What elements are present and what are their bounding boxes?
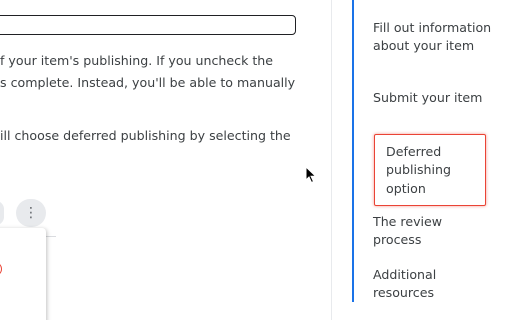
- content-divider: [331, 0, 332, 320]
- paragraph-line: ill choose deferred publishing by select…: [0, 128, 291, 143]
- dropdown-menu-popup: [0, 228, 46, 320]
- toc-item-submit-your-item[interactable]: Submit your item: [373, 89, 493, 107]
- toc-item-additional-resources[interactable]: Additional resources: [373, 266, 493, 303]
- divider: [46, 236, 56, 237]
- code-snippet-box: [0, 15, 296, 35]
- paragraph-line: s complete. Instead, you'll be able to m…: [0, 75, 296, 90]
- table-of-contents: Fill out information about your item Sub…: [352, 0, 512, 320]
- paragraph-publishing-info: f your item's publishing. If you uncheck…: [0, 50, 295, 94]
- mouse-pointer-icon: [305, 166, 317, 184]
- toc-item-highlight: Deferred publishing option: [374, 134, 486, 206]
- paragraph-deferred-info: ill choose deferred publishing by select…: [0, 125, 291, 147]
- toolbar-chip[interactable]: [0, 201, 4, 225]
- page: f your item's publishing. If you uncheck…: [0, 0, 512, 320]
- toc-item-fill-out-information[interactable]: Fill out information about your item: [373, 19, 493, 56]
- main-content: f your item's publishing. If you uncheck…: [0, 0, 330, 320]
- more-vert-icon[interactable]: ⋮: [16, 199, 46, 227]
- paragraph-line: f your item's publishing. If you uncheck…: [0, 53, 274, 68]
- toc-active-bar: [352, 0, 354, 302]
- toc-item-review-process[interactable]: The review process: [373, 213, 493, 250]
- toc-item-deferred-publishing[interactable]: Deferred publishing option: [386, 143, 482, 198]
